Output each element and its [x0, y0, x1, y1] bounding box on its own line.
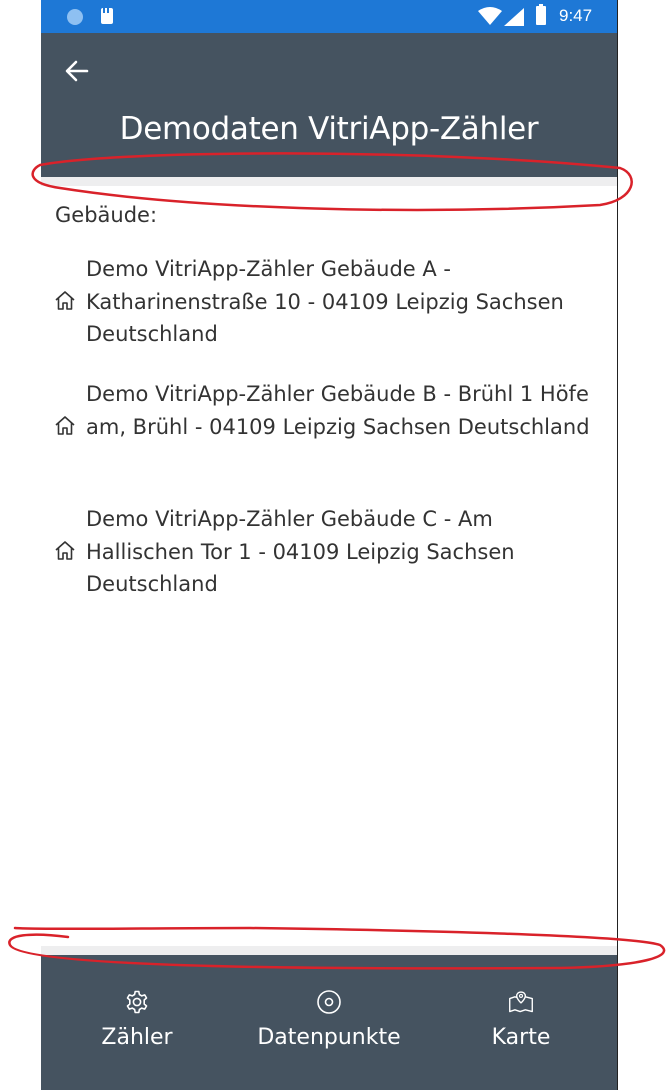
building-list: Demo VitriApp-Zähler Gebäude A - Kathari…: [41, 253, 617, 628]
wifi-icon: [478, 7, 502, 25]
tab-label: Karte: [491, 1025, 551, 1050]
signal-icon: [504, 8, 524, 26]
home-icon: [55, 541, 75, 560]
gear-icon: [126, 990, 148, 1014]
section-label: Gebäude:: [55, 203, 158, 227]
sd-card-icon: [101, 8, 113, 24]
page-title: Demodaten VitriApp-Zähler: [119, 111, 539, 147]
building-label: Demo VitriApp-Zähler Gebäude A - Kathari…: [86, 257, 564, 346]
tab-label: Zähler: [101, 1025, 173, 1050]
target-icon: [317, 990, 341, 1014]
tab-karte[interactable]: Karte: [425, 955, 617, 1090]
app-bar: Demodaten VitriApp-Zähler: [41, 33, 617, 177]
building-item[interactable]: Demo VitriApp-Zähler Gebäude A - Kathari…: [41, 253, 617, 378]
tab-datenpunkte[interactable]: Datenpunkte: [233, 955, 425, 1090]
phone-screen: 9:47 Demodaten VitriApp-Zähler Gebäude: …: [41, 0, 618, 1090]
back-arrow-icon[interactable]: [61, 55, 93, 87]
map-icon: [509, 991, 533, 1013]
status-time: 9:47: [559, 6, 593, 25]
battery-icon: [536, 4, 546, 25]
tab-label: Datenpunkte: [257, 1025, 401, 1050]
building-label: Demo VitriApp-Zähler Gebäude C - Am Hall…: [86, 507, 515, 596]
home-icon: [55, 291, 75, 310]
building-item[interactable]: Demo VitriApp-Zähler Gebäude C - Am Hall…: [41, 503, 617, 628]
building-label: Demo VitriApp-Zähler Gebäude B - Brühl 1…: [86, 382, 590, 439]
tab-zaehler[interactable]: Zähler: [41, 955, 233, 1090]
home-icon: [55, 416, 75, 435]
bottom-nav: Zähler Datenpunkte Karte: [41, 955, 617, 1090]
status-bar: 9:47: [41, 0, 617, 33]
bottom-nav-divider: [41, 946, 617, 955]
sync-status-icon: [67, 9, 83, 25]
header-divider: [41, 177, 617, 186]
building-item[interactable]: Demo VitriApp-Zähler Gebäude B - Brühl 1…: [41, 378, 617, 503]
